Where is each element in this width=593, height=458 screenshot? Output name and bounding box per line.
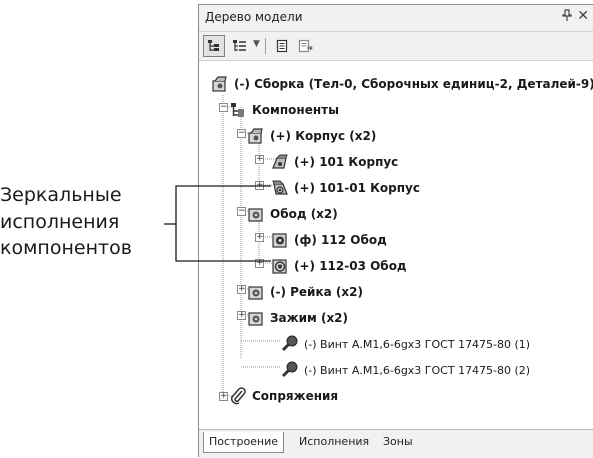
assembly-icon	[248, 312, 263, 326]
expand-toggle[interactable]: +	[237, 285, 246, 294]
tree-item-sopryazheniya[interactable]: Сопряжения	[229, 385, 338, 407]
expand-toggle[interactable]: +	[219, 392, 228, 401]
collapse-toggle[interactable]: −	[237, 207, 246, 216]
tree-item-obod[interactable]: Обод (x2)	[247, 203, 338, 225]
toolbar-separator	[265, 38, 266, 54]
paperclip-icon	[231, 387, 246, 405]
list-view-button[interactable]	[229, 35, 251, 57]
screw-icon	[281, 361, 298, 378]
tree-item-label: Компоненты	[252, 103, 339, 117]
tree-item-label: (+) Корпус (x2)	[270, 129, 377, 143]
expand-toggle[interactable]: +	[237, 311, 246, 320]
assembly-icon	[248, 286, 263, 300]
tree-item-label: (ф) 112 Обод	[294, 233, 387, 247]
tree-item-label: (+) 112-03 Обод	[294, 259, 407, 273]
tree-item-vint-1[interactable]: (-) Винт А.М1,6-6gx3 ГОСТ 17475-80 (1)	[281, 333, 530, 355]
tree-item-reyka[interactable]: (-) Рейка (x2)	[247, 281, 363, 303]
collapse-toggle[interactable]: −	[219, 103, 228, 112]
tree-item-obod-112[interactable]: (ф) 112 Обод	[271, 229, 387, 251]
tree-item-korpus-101-01-mirror[interactable]: (+) 101-01 Корпус	[271, 177, 420, 199]
chevron-down-icon[interactable]: ▼	[253, 39, 260, 49]
model-tree-panel: Дерево модели ✕ ▼ − − + + − + + + + + (-…	[198, 4, 593, 458]
tree-item-label: (+) 101 Корпус	[294, 155, 399, 169]
callout-line-2: исполнения	[0, 210, 120, 233]
structure-view-button[interactable]	[203, 35, 225, 57]
tree-item-label: (+) 101-01 Корпус	[294, 181, 420, 195]
callout-annotation: Зеркальные исполнения компонентов	[0, 182, 168, 262]
mirror-part-icon	[272, 180, 288, 195]
expand-toggle[interactable]: +	[255, 181, 264, 190]
panel-tabbar: Построение Исполнения Зоны	[199, 429, 593, 458]
panel-title: Дерево модели	[205, 10, 303, 24]
document-icon	[276, 39, 288, 53]
components-icon	[231, 103, 244, 117]
tree-item-korpus[interactable]: (+) Корпус (x2)	[247, 125, 376, 147]
screw-icon	[281, 335, 298, 352]
close-icon[interactable]: ✕	[577, 8, 589, 24]
panel-titlebar: Дерево модели ✕	[199, 5, 593, 32]
tree-item-label: Сопряжения	[252, 389, 339, 403]
callout-line-1: Зеркальные	[0, 184, 122, 206]
tree-item-root[interactable]: (-) Сборка (Тел-0, Сборочных единиц-2, Д…	[211, 73, 593, 95]
collapse-toggle[interactable]: −	[237, 129, 246, 138]
tree-item-zazhim[interactable]: Зажим (x2)	[247, 307, 348, 329]
tree-item-vint-2[interactable]: (-) Винт А.М1,6-6gx3 ГОСТ 17475-80 (2)	[281, 359, 530, 381]
tree-item-obod-112-03-mirror[interactable]: (+) 112-03 Обод	[271, 255, 407, 277]
part-icon	[272, 154, 288, 169]
expand-toggle[interactable]: +	[255, 155, 264, 164]
tree-item-label: (-) Сборка (Тел-0, Сборочных единиц-2, Д…	[234, 77, 593, 91]
tab-zones[interactable]: Зоны	[383, 435, 413, 448]
export-button[interactable]	[295, 35, 317, 57]
model-tree: − − + + − + + + + + (-) Сборка (Тел-0, С…	[199, 61, 593, 431]
pin-icon[interactable]	[562, 9, 572, 26]
assembly-icon	[212, 76, 227, 92]
tree-item-label: (-) Винт А.М1,6-6gx3 ГОСТ 17475-80 (1)	[304, 337, 531, 351]
part-icon	[272, 233, 287, 248]
tree-structure-icon	[208, 40, 219, 51]
tab-variants[interactable]: Исполнения	[299, 435, 369, 448]
tree-item-korpus-101[interactable]: (+) 101 Корпус	[271, 151, 398, 173]
mirror-part-icon	[272, 259, 287, 274]
callout-line-3: компонентов	[0, 237, 132, 259]
assembly-icon	[248, 128, 263, 144]
properties-button[interactable]	[271, 35, 293, 57]
tree-item-components[interactable]: Компоненты	[229, 99, 339, 121]
document-export-icon	[298, 39, 313, 53]
tree-item-label: Обод (x2)	[270, 207, 338, 221]
tree-item-label: (-) Рейка (x2)	[270, 285, 363, 299]
panel-toolbar: ▼	[199, 32, 593, 61]
tab-build[interactable]: Построение	[203, 432, 285, 453]
tree-item-label: Зажим (x2)	[270, 311, 349, 325]
expand-toggle[interactable]: +	[255, 259, 264, 268]
tree-item-label: (-) Винт А.М1,6-6gx3 ГОСТ 17475-80 (2)	[304, 363, 531, 377]
list-icon	[233, 40, 246, 51]
assembly-icon	[248, 208, 263, 222]
expand-toggle[interactable]: +	[255, 233, 264, 242]
